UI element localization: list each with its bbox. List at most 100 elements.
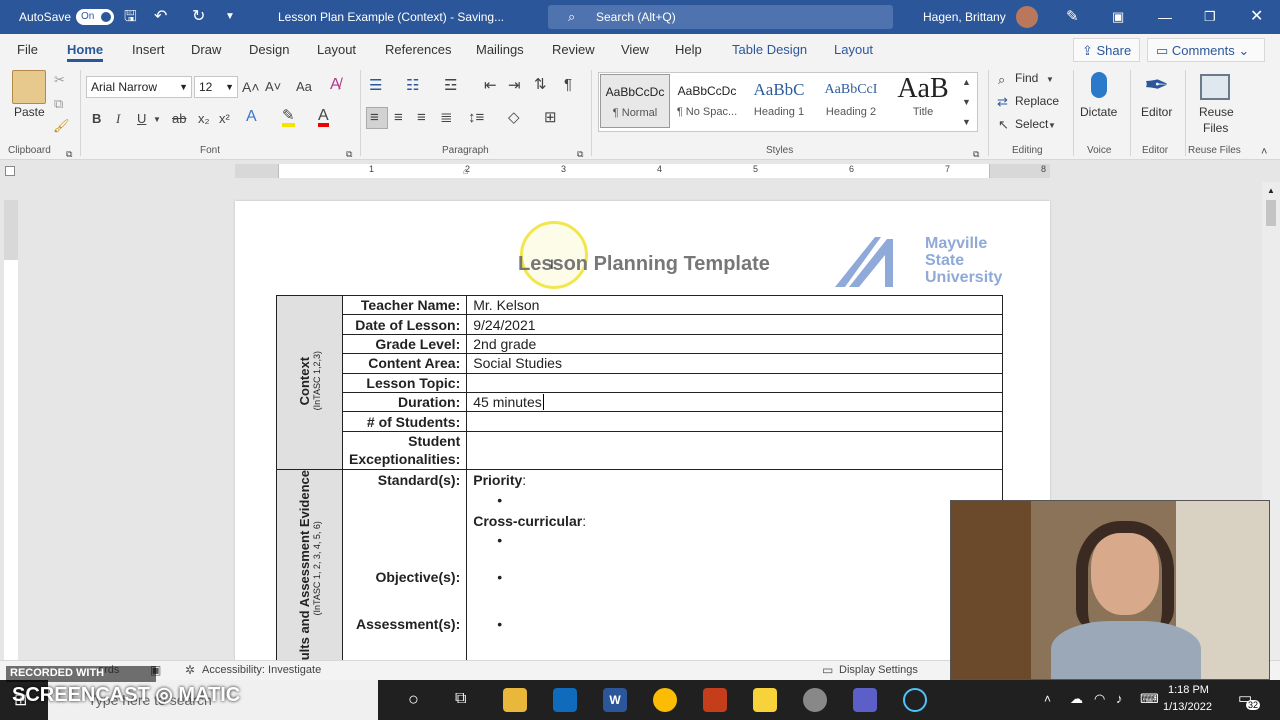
format-painter-icon[interactable]: 🖌 — [53, 118, 70, 134]
outlook-icon[interactable] — [553, 688, 577, 712]
find-button[interactable]: Find — [1015, 71, 1038, 85]
numbering-icon[interactable]: ☷ — [406, 78, 419, 94]
highlight-icon[interactable]: ✎ — [282, 108, 295, 127]
screencast-app-icon[interactable] — [903, 688, 927, 712]
num-students-value[interactable] — [466, 411, 1003, 432]
reuse-files-line1[interactable]: Reuse — [1199, 105, 1234, 119]
line-spacing-icon[interactable]: ↕≡ — [468, 110, 484, 126]
chevron-down-icon[interactable]: ▼ — [1048, 118, 1056, 134]
tab-file[interactable]: File — [17, 42, 38, 57]
scroll-up-icon[interactable]: ▲ — [1267, 186, 1275, 195]
document-title[interactable]: Lesson Plan Example (Context) - Saving..… — [278, 0, 504, 34]
multilevel-list-icon[interactable]: ☲ — [444, 78, 457, 94]
tab-mailings[interactable]: Mailings — [476, 42, 524, 57]
tab-view[interactable]: View — [621, 42, 649, 57]
tab-home[interactable]: Home — [67, 42, 104, 62]
italic-icon[interactable]: I — [116, 111, 120, 127]
style-normal[interactable]: AaBbCcDc ¶ Normal — [600, 74, 670, 128]
copy-icon[interactable]: ⧉ — [54, 96, 63, 112]
user-name[interactable]: Hagen, Brittany — [923, 0, 1006, 34]
tab-selector-icon[interactable] — [5, 166, 15, 176]
paste-icon[interactable] — [12, 70, 46, 104]
content-area-value[interactable]: Social Studies — [466, 353, 1003, 374]
style-heading-2[interactable]: AaBbCcI Heading 2 — [816, 74, 886, 128]
customize-qat-icon[interactable]: ▼ — [225, 0, 235, 34]
style-heading-1[interactable]: AaBbC Heading 1 — [744, 74, 814, 128]
superscript-icon[interactable]: x² — [219, 111, 230, 127]
tab-table-design[interactable]: Table Design — [732, 42, 807, 57]
teacher-name-value[interactable]: Mr. Kelson — [466, 294, 1003, 316]
dictate-button[interactable]: Dictate — [1080, 105, 1117, 119]
ime-icon[interactable]: ⌨ — [1140, 691, 1159, 707]
volume-icon[interactable]: ♪ — [1116, 691, 1123, 706]
tab-design[interactable]: Design — [249, 42, 289, 57]
task-view-icon[interactable]: ⧉ — [455, 690, 466, 708]
accessibility-status[interactable]: Accessibility: Investigate — [202, 664, 321, 676]
search-box[interactable]: ⌕ Search (Alt+Q) — [548, 5, 893, 29]
display-settings-button[interactable]: Display Settings — [839, 664, 918, 676]
teams-icon[interactable] — [853, 688, 877, 712]
lesson-topic-value[interactable] — [466, 372, 1003, 393]
editor-icon[interactable]: ✒ — [1144, 70, 1169, 102]
cortana-icon[interactable]: ○ — [408, 689, 419, 710]
context-section-cell[interactable]: Context (InTASC 1,2,3) — [276, 295, 343, 470]
tray-app-icon[interactable]: ☁ — [1070, 691, 1083, 707]
styles-scroll-up-icon[interactable]: ▲ — [962, 74, 971, 90]
tab-layout[interactable]: Layout — [317, 42, 356, 57]
save-icon[interactable]: 🖫 — [124, 0, 137, 34]
indent-marker-icon[interactable]: ⌂ — [463, 166, 468, 176]
exceptionalities-value[interactable] — [466, 430, 1003, 470]
tab-references[interactable]: References — [385, 42, 451, 57]
redo-icon[interactable]: ↻ — [192, 0, 205, 34]
standards-value-cell[interactable]: Priority: • Cross-curricular: • • • — [466, 468, 1003, 661]
decrease-indent-icon[interactable]: ⇤ — [484, 78, 497, 94]
shading-icon[interactable]: ◇ — [508, 110, 520, 126]
strikethrough-icon[interactable]: ab — [172, 111, 186, 127]
cut-icon[interactable]: ✂ — [54, 72, 65, 88]
grade-level-value[interactable]: 2nd grade — [466, 333, 1003, 355]
tray-chevron-icon[interactable]: ˄ — [1044, 692, 1051, 706]
restore-icon[interactable]: ❐ — [1204, 0, 1216, 34]
chrome-icon[interactable] — [653, 688, 677, 712]
styles-more-icon[interactable]: ▼ — [962, 114, 971, 130]
font-size-select[interactable]: 12 ▼ — [194, 76, 238, 98]
tab-insert[interactable]: Insert — [132, 42, 165, 57]
font-name-select[interactable]: Arial Narrow ▼ — [86, 76, 192, 98]
autosave-toggle[interactable]: On — [76, 9, 114, 25]
minimize-icon[interactable]: — — [1158, 0, 1172, 34]
undo-icon[interactable]: ↶ — [154, 0, 167, 34]
word-icon[interactable]: W — [603, 688, 627, 712]
align-center-icon[interactable]: ≡ — [394, 110, 403, 126]
document-page[interactable]: Lesson Planning Template I Mayville Stat… — [235, 201, 1050, 661]
align-right-icon[interactable]: ≡ — [417, 110, 426, 126]
clear-formatting-icon[interactable]: A̸ — [330, 77, 341, 93]
ribbon-display-icon[interactable]: ▣ — [1112, 0, 1124, 34]
reuse-files-icon[interactable] — [1200, 74, 1230, 100]
justify-icon[interactable]: ≣ — [440, 110, 453, 126]
file-explorer-icon[interactable] — [503, 688, 527, 712]
scroll-thumb[interactable] — [1266, 200, 1276, 226]
paste-button[interactable]: Paste — [14, 105, 45, 119]
editor-button[interactable]: Editor — [1141, 105, 1172, 119]
duration-value[interactable]: 45 minutes — [466, 391, 1003, 413]
style-no-spacing[interactable]: AaBbCcDc ¶ No Spac... — [672, 74, 742, 128]
replace-button[interactable]: Replace — [1015, 94, 1059, 108]
style-title[interactable]: AaB Title — [888, 74, 958, 128]
increase-indent-icon[interactable]: ⇥ — [508, 78, 521, 94]
reuse-files-line2[interactable]: Files — [1203, 121, 1228, 135]
collapse-ribbon-icon[interactable]: ˄ — [1261, 144, 1267, 160]
sort-icon[interactable]: ⇅ — [534, 77, 547, 93]
clock-date[interactable]: 1/13/2022 — [1163, 701, 1212, 713]
chevron-down-icon[interactable]: ▼ — [1046, 72, 1054, 88]
bullets-icon[interactable]: ☰ — [369, 78, 382, 94]
change-case-icon[interactable]: Aa — [296, 79, 312, 95]
show-marks-icon[interactable]: ¶ — [564, 77, 572, 93]
results-section-cell[interactable]: sults and Assessment Evidence (InTASC 1, … — [276, 468, 343, 661]
microphone-icon[interactable] — [1091, 72, 1107, 98]
bold-icon[interactable]: B — [92, 111, 101, 127]
comments-button[interactable]: ▭ Comments ⌄ — [1147, 38, 1265, 62]
shrink-font-icon[interactable]: A˅ — [265, 79, 281, 95]
close-icon[interactable]: ✕ — [1250, 0, 1263, 34]
tab-table-layout[interactable]: Layout — [834, 42, 873, 57]
select-button[interactable]: Select — [1015, 117, 1048, 131]
